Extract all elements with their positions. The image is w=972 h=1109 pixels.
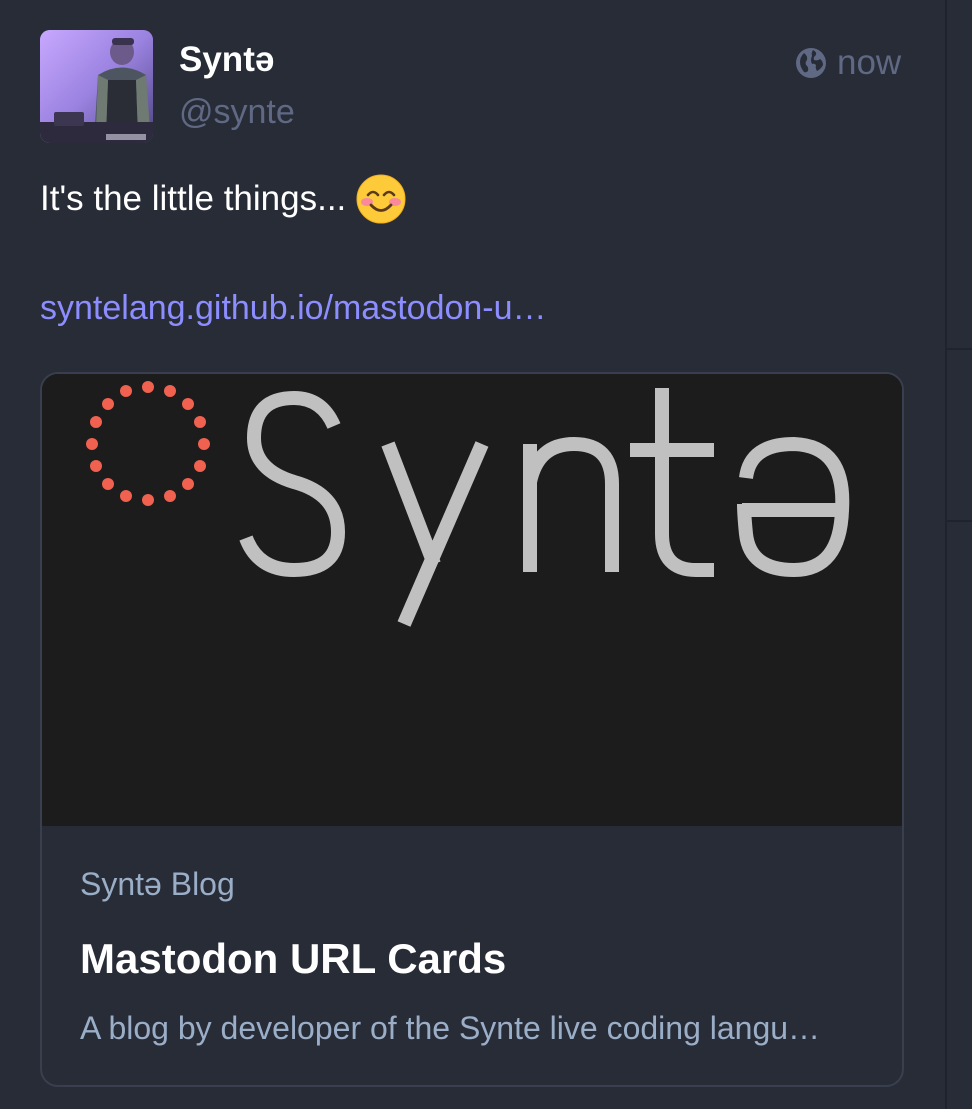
- author-display-name[interactable]: Syntə: [179, 38, 274, 82]
- status-content: It's the little things...: [40, 174, 406, 224]
- divider-tick: [947, 348, 972, 350]
- post-timestamp[interactable]: now: [837, 41, 901, 85]
- card-provider: Syntə Blog: [80, 866, 235, 902]
- avatar-photo: [40, 30, 153, 143]
- link-preview-card[interactable]: Syntə Blog Mastodon URL Cards A blog by …: [40, 372, 904, 1087]
- synte-logo-image: [42, 374, 902, 826]
- status-page: Syntə @synte now It's the little things.…: [0, 0, 972, 1109]
- smiling-face-emoji-icon: [356, 174, 406, 224]
- author-avatar[interactable]: [40, 30, 153, 143]
- globe-icon: [796, 48, 826, 78]
- divider-tick: [947, 520, 972, 522]
- card-image: [42, 374, 902, 826]
- status-text: It's the little things...: [40, 179, 347, 218]
- author-handle[interactable]: @synte: [179, 90, 295, 134]
- card-title[interactable]: Mastodon URL Cards: [80, 934, 506, 984]
- column-divider: [945, 0, 947, 1109]
- card-description: A blog by developer of the Synte live co…: [80, 1010, 821, 1046]
- status-link[interactable]: syntelang.github.io/mastodon-u…: [40, 286, 547, 330]
